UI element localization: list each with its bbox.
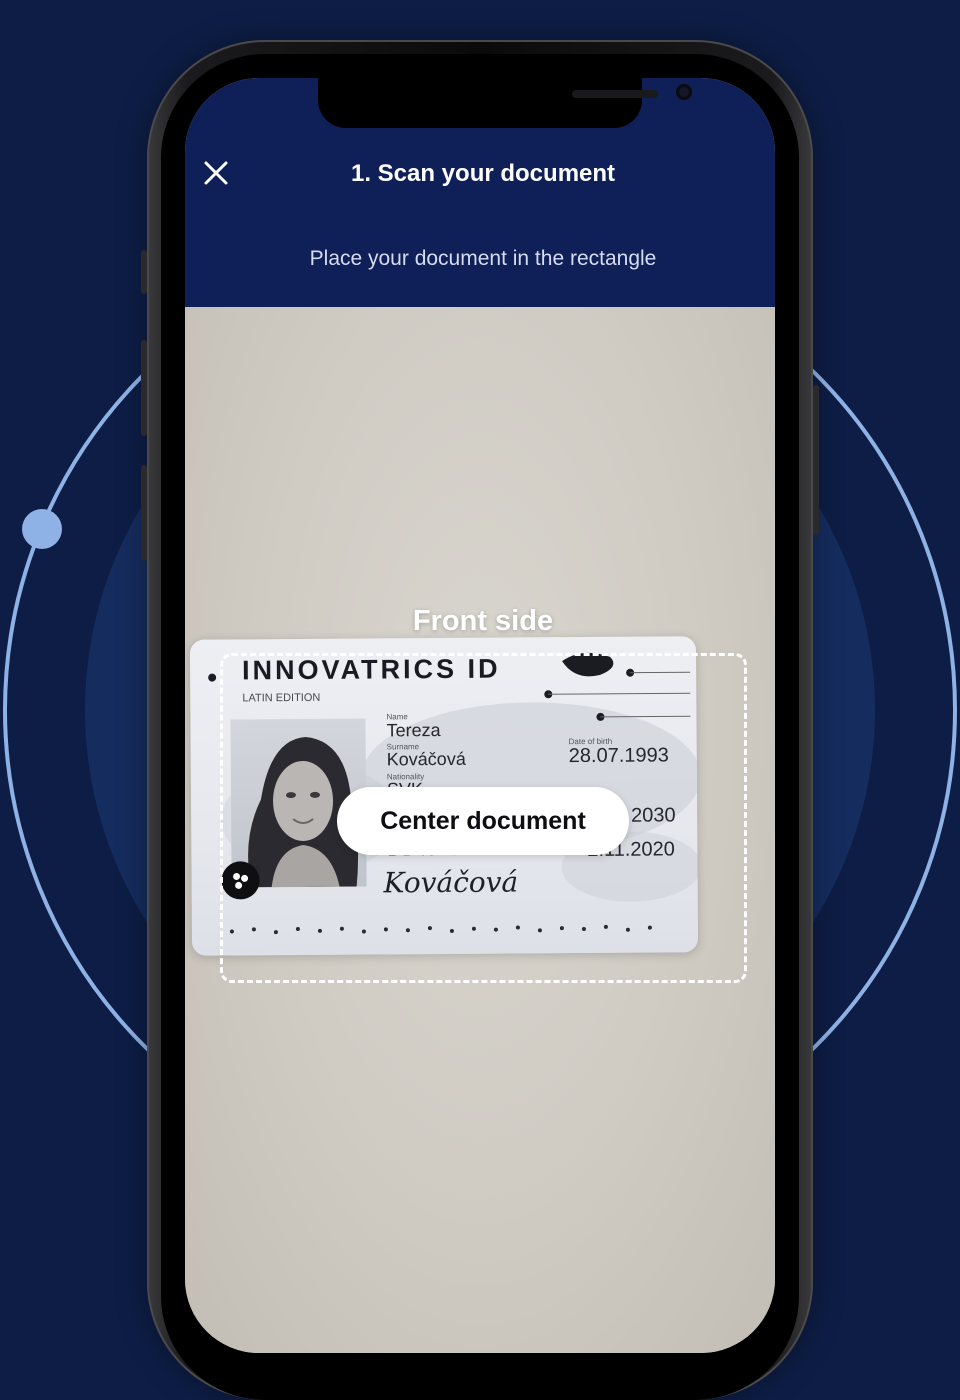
side-label: Front side: [185, 605, 775, 638]
front-camera: [676, 84, 692, 100]
phone-side-button-right: [813, 385, 819, 535]
phone-side-button-left-2: [141, 340, 147, 436]
scan-header: 1. Scan your document Place your documen…: [185, 78, 775, 307]
phone-side-button-left-3: [141, 465, 147, 561]
page-title: 1. Scan your document: [185, 158, 775, 190]
phone-notch: [318, 78, 642, 128]
phone-side-button-left-1: [141, 250, 147, 294]
center-document-status: Center document: [337, 787, 629, 855]
speaker-grille: [572, 90, 658, 98]
orbit-dot: [22, 509, 62, 549]
instruction-text: Place your document in the rectangle: [185, 245, 775, 273]
phone-screen: 1. Scan your document Place your documen…: [185, 78, 775, 1353]
